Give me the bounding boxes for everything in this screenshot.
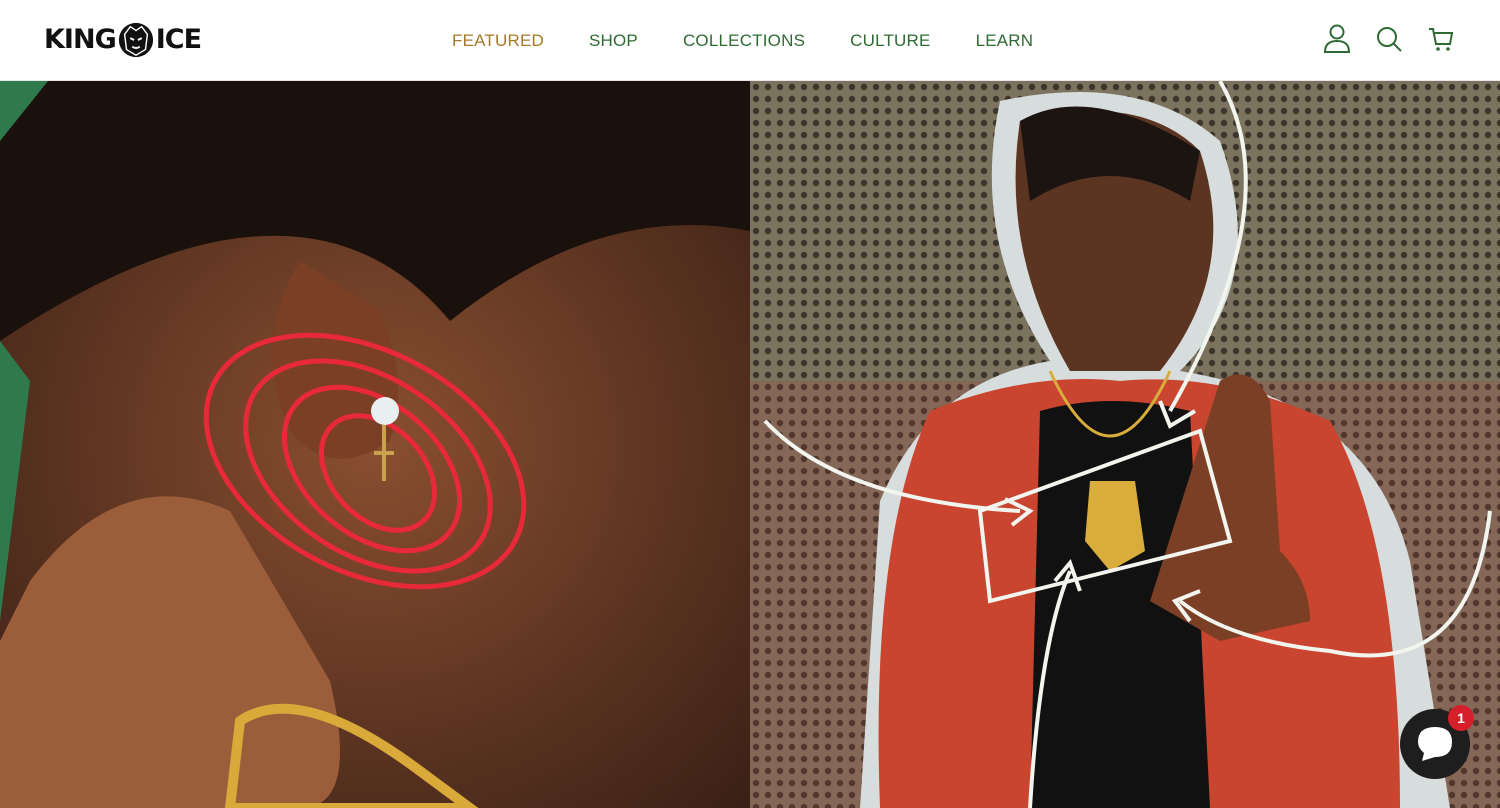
search-icon[interactable]: [1374, 22, 1404, 56]
nav-learn[interactable]: LEARN: [976, 31, 1034, 51]
hero-image-earring: [0, 81, 750, 808]
nav-featured[interactable]: FEATURED: [452, 31, 544, 51]
chat-notification-badge: 1: [1448, 705, 1474, 731]
account-icon[interactable]: [1322, 22, 1352, 56]
lion-icon: [118, 22, 153, 58]
cart-icon[interactable]: [1426, 22, 1456, 56]
nav-collections[interactable]: COLLECTIONS: [683, 31, 805, 51]
main-navigation: FEATURED SHOP COLLECTIONS CULTURE LEARN: [452, 0, 1078, 81]
hero-image-chain: [750, 81, 1500, 808]
hero-banner[interactable]: [0, 81, 1500, 808]
header-icons: [1322, 22, 1456, 56]
logo-text-right: ICE: [155, 24, 202, 55]
logo-text-left: KING: [44, 24, 117, 55]
nav-culture[interactable]: CULTURE: [850, 31, 930, 51]
site-header: KING ICE FEATURED SHOP COLLECTIONS CULTU…: [0, 0, 1500, 81]
brand-logo[interactable]: KING ICE: [44, 20, 220, 60]
nav-shop[interactable]: SHOP: [589, 31, 638, 51]
